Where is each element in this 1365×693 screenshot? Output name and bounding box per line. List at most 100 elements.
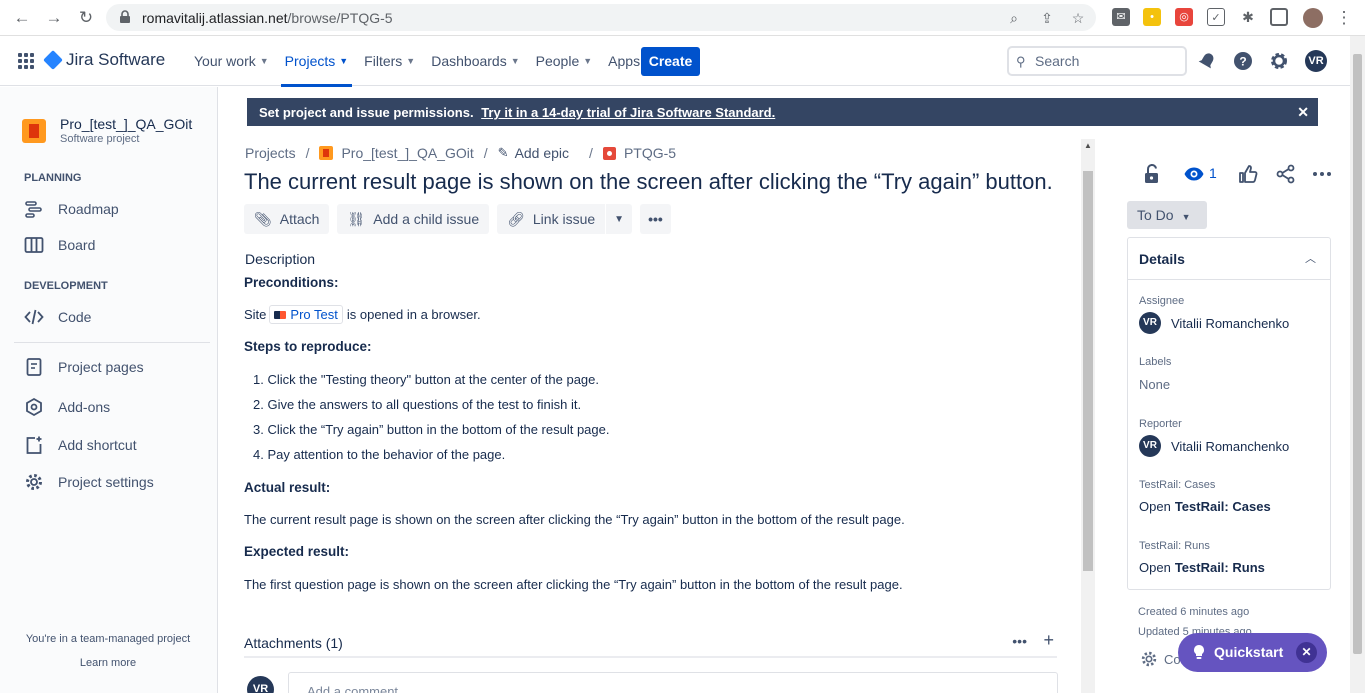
bookmark-star-icon[interactable]: ☆ [1070, 10, 1086, 26]
add-epic-button[interactable]: ✎ Add epic [498, 145, 569, 161]
attach-button[interactable]: 📎︎ Attach [244, 204, 330, 234]
red-extension-icon[interactable]: ◎ [1175, 8, 1193, 26]
sidebar-item-code[interactable]: Code [24, 305, 91, 329]
precondition-prefix: Site [244, 307, 267, 322]
more-icon: ••• [648, 211, 663, 227]
breadcrumb-issue-key[interactable]: PTQG-5 [624, 145, 676, 161]
chevron-down-icon: ▼ [339, 56, 349, 66]
link-issue-label: Link issue [532, 211, 596, 227]
eye-watch-icon[interactable] [1183, 163, 1205, 185]
close-icon[interactable]: ✕ [1297, 104, 1309, 121]
more-actions-button[interactable]: ••• [640, 204, 671, 234]
labels-field[interactable]: None [1139, 377, 1170, 392]
testrail-cases-label: TestRail: Cases [1139, 479, 1216, 491]
unlock-icon[interactable] [1141, 163, 1163, 185]
project-flag-icon [319, 146, 334, 160]
assignee-name: Vitalii Romanchenko [1171, 315, 1290, 331]
svg-text:?: ? [1239, 55, 1246, 69]
nav-projects[interactable]: Projects ▼ [277, 36, 357, 87]
link-issue-button[interactable]: 🔗︎ Link issue [497, 204, 606, 234]
nav-your-work[interactable]: Your work ▼ [186, 36, 277, 86]
page-scrollbar[interactable] [1350, 36, 1365, 693]
watch-count[interactable]: 1 [1209, 165, 1217, 181]
url-path: /browse/PTQG-5 [287, 10, 393, 26]
avatar: VR [1139, 312, 1161, 334]
mail-extension-icon[interactable]: ✉ [1112, 8, 1130, 26]
chevron-down-icon: ▼ [614, 213, 625, 225]
page-scroll-thumb[interactable] [1353, 54, 1362, 654]
nav-filters[interactable]: Filters ▼ [356, 36, 423, 86]
thumbs-up-icon[interactable] [1237, 163, 1259, 185]
shield-extension-icon[interactable]: ✓ [1207, 8, 1225, 26]
search-input[interactable]: ⚲ Search [1007, 46, 1187, 76]
precondition-suffix: is opened in a browser. [346, 307, 481, 322]
testrail-cases-link[interactable]: Open TestRail: Cases [1139, 499, 1271, 514]
sidebar-item-add-ons[interactable]: Add-ons [24, 395, 110, 419]
yellow-extension-icon[interactable]: • [1143, 8, 1161, 26]
user-avatar[interactable]: VR [1305, 50, 1327, 72]
profile-avatar-icon[interactable] [1303, 8, 1323, 28]
notifications-bell-icon[interactable] [1196, 50, 1218, 72]
link-issue-group: 🔗︎ Link issue ▼ [497, 204, 633, 234]
address-bar[interactable]: romavitalij.atlassian.net/browse/PTQG-5 … [106, 4, 1096, 31]
comment-input[interactable]: Add a comment... [288, 672, 1058, 693]
gear-icon [1141, 651, 1157, 667]
breadcrumb-projects[interactable]: Projects [245, 145, 296, 161]
nav-dashboards[interactable]: Dashboards ▼ [423, 36, 527, 86]
more-icon[interactable] [1311, 163, 1333, 185]
configure-button[interactable]: Co [1140, 650, 1181, 668]
reload-icon[interactable]: ↻ [76, 8, 96, 28]
sidebar-item-label: Roadmap [58, 201, 119, 217]
product-name: Jira Software [66, 50, 166, 69]
status-dropdown[interactable]: To Do ▼ [1127, 201, 1207, 229]
side-panel-icon[interactable] [1270, 8, 1288, 26]
attachments-label[interactable]: Attachments (1) [244, 635, 343, 651]
trial-banner: Set project and issue permissions. Try i… [247, 98, 1318, 126]
breadcrumb: Projects / Pro_[test_]_QA_GOit / ✎ Add ep… [245, 144, 676, 162]
sidebar-item-roadmap[interactable]: Roadmap [24, 197, 119, 221]
close-icon[interactable]: ✕ [1296, 642, 1317, 663]
sidebar-item-add-shortcut[interactable]: Add shortcut [24, 433, 137, 457]
comment-placeholder: Add a comment... [307, 684, 409, 693]
create-button[interactable]: Create [641, 47, 700, 76]
details-header[interactable]: Details ︿ [1128, 238, 1330, 280]
learn-more-link[interactable]: Learn more [0, 657, 216, 669]
nav-label: Filters [364, 53, 403, 69]
add-attachment-icon[interactable]: + [1043, 630, 1054, 651]
issue-title[interactable]: The current result page is shown on the … [244, 169, 1053, 195]
settings-gear-icon[interactable] [1268, 50, 1290, 72]
add-child-issue-button[interactable]: ⛓︎ Add a child issue [337, 204, 490, 234]
nav-people[interactable]: People ▼ [528, 36, 601, 86]
testrail-runs-link[interactable]: Open TestRail: Runs [1139, 560, 1265, 575]
quickstart-button[interactable]: Quickstart ✕ [1178, 633, 1327, 672]
jira-logo[interactable]: Jira Software [43, 50, 166, 70]
browser-menu-icon[interactable]: ⋮ [1334, 8, 1354, 28]
content-scrollbar[interactable]: ▲ [1081, 139, 1095, 693]
help-icon[interactable]: ? [1232, 50, 1254, 72]
reporter-label: Reporter [1139, 418, 1182, 430]
gear-icon [26, 474, 42, 490]
link-issue-dropdown[interactable]: ▼ [606, 204, 633, 234]
share-icon[interactable]: ⇪ [1039, 10, 1055, 26]
pro-test-smart-link[interactable]: Pro Test [269, 305, 343, 324]
sidebar-item-board[interactable]: Board [24, 233, 95, 257]
scroll-thumb[interactable] [1083, 171, 1093, 571]
back-icon[interactable]: ← [12, 8, 32, 28]
sidebar-item-project-settings[interactable]: Project settings [24, 470, 154, 494]
add-shortcut-icon [26, 436, 42, 454]
puzzle-extensions-icon[interactable]: ✱ [1239, 8, 1257, 26]
forward-icon[interactable]: → [44, 8, 64, 28]
reporter-field[interactable]: VR Vitalii Romanchenko [1139, 435, 1289, 457]
breadcrumb-project[interactable]: Pro_[test_]_QA_GOit [341, 145, 473, 161]
sidebar-item-project-pages[interactable]: Project pages [24, 355, 144, 379]
expected-result-heading: Expected result: [244, 544, 350, 559]
share-icon[interactable] [1275, 163, 1297, 185]
app-switcher-icon[interactable] [18, 53, 34, 69]
assignee-field[interactable]: VR Vitalii Romanchenko [1139, 312, 1289, 334]
scroll-up-icon[interactable]: ▲ [1084, 141, 1092, 150]
zoom-icon[interactable]: ⌕ [1006, 10, 1022, 26]
add-child-label: Add a child issue [373, 211, 480, 227]
more-icon[interactable]: ••• [1012, 633, 1027, 649]
sidebar-item-label: Add-ons [58, 399, 111, 415]
banner-trial-link[interactable]: Try it in a 14-day trial of Jira Softwar… [481, 105, 775, 120]
